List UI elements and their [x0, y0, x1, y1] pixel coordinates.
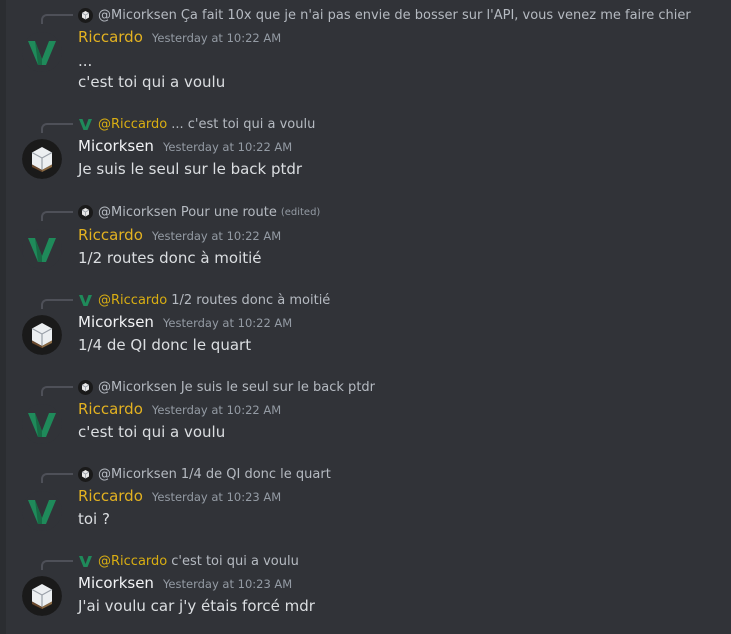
- author-name[interactable]: Riccardo: [78, 226, 143, 244]
- edited-label: (edited): [280, 206, 321, 218]
- timestamp[interactable]: Yesterday at 10:22 AM: [152, 403, 281, 417]
- riccardo-avatar[interactable]: [22, 32, 62, 72]
- riccardo-avatar-icon: [78, 554, 93, 569]
- reply-spine: [41, 211, 73, 221]
- timestamp[interactable]: Yesterday at 10:23 AM: [152, 490, 281, 504]
- reply-preview[interactable]: @Riccardo ... c'est toi qui a voulu: [78, 115, 315, 133]
- reply-preview[interactable]: @Riccardo c'est toi qui a voulu: [78, 552, 299, 570]
- message-line: c'est toi qui a voulu: [78, 73, 226, 91]
- author-name[interactable]: Riccardo: [78, 487, 143, 505]
- message-line: c'est toi qui a voulu: [78, 423, 226, 441]
- timestamp[interactable]: Yesterday at 10:22 AM: [163, 316, 292, 330]
- reply-text: Pour une route: [180, 204, 277, 220]
- message-header: Micorksen Yesterday at 10:22 AM: [78, 313, 292, 335]
- reply-text: Ça fait 10x que je n'ai pas envie de bos…: [180, 7, 691, 23]
- reply-text: 1/2 routes donc à moitié: [171, 292, 331, 308]
- micorksen-avatar[interactable]: [22, 315, 62, 355]
- message-header: Micorksen Yesterday at 10:22 AM: [78, 137, 292, 159]
- riccardo-avatar-icon: [78, 293, 93, 308]
- riccardo-avatar[interactable]: [22, 404, 62, 444]
- reply-spine: [41, 473, 73, 483]
- reply-text: c'est toi qui a voulu: [171, 553, 299, 569]
- timestamp[interactable]: Yesterday at 10:23 AM: [163, 577, 292, 591]
- message-list: @Micorksen Ça fait 10x que je n'ai pas e…: [0, 0, 731, 634]
- author-name[interactable]: Riccardo: [78, 400, 143, 418]
- micorksen-avatar-icon: [78, 204, 93, 220]
- reply-text: 1/4 de QI donc le quart: [180, 466, 331, 482]
- reply-spine: [41, 299, 73, 309]
- micorksen-avatar[interactable]: [22, 139, 62, 179]
- micorksen-avatar[interactable]: [22, 576, 62, 616]
- message-line: ...: [78, 52, 93, 70]
- reply-author[interactable]: @Riccardo: [98, 293, 167, 308]
- micorksen-avatar-icon: [78, 7, 93, 23]
- reply-preview[interactable]: @Micorksen 1/4 de QI donc le quart: [78, 465, 331, 483]
- micorksen-avatar-icon: [78, 466, 93, 482]
- message-line: toi ?: [78, 510, 110, 528]
- message-line: 1/2 routes donc à moitié: [78, 249, 262, 267]
- timestamp[interactable]: Yesterday at 10:22 AM: [163, 140, 292, 154]
- message-header: Riccardo Yesterday at 10:22 AM: [78, 226, 281, 248]
- reply-preview[interactable]: @Micorksen Pour une route (edited): [78, 203, 320, 221]
- message-header: Riccardo Yesterday at 10:22 AM: [78, 28, 281, 50]
- reply-text: ... c'est toi qui a voulu: [171, 116, 316, 132]
- reply-text: Je suis le seul sur le back ptdr: [180, 379, 376, 395]
- author-name[interactable]: Micorksen: [78, 313, 154, 331]
- message-header: Riccardo Yesterday at 10:23 AM: [78, 487, 281, 509]
- riccardo-avatar[interactable]: [22, 229, 62, 269]
- timestamp[interactable]: Yesterday at 10:22 AM: [152, 31, 281, 45]
- author-name[interactable]: Micorksen: [78, 574, 154, 592]
- reply-author[interactable]: @Riccardo: [98, 554, 167, 569]
- riccardo-avatar-icon: [78, 117, 93, 132]
- reply-author[interactable]: @Micorksen: [98, 380, 177, 395]
- reply-author[interactable]: @Riccardo: [98, 117, 167, 132]
- reply-author[interactable]: @Micorksen: [98, 8, 177, 23]
- reply-author[interactable]: @Micorksen: [98, 205, 177, 220]
- message-line: Je suis le seul sur le back ptdr: [78, 160, 303, 178]
- reply-preview[interactable]: @Micorksen Je suis le seul sur le back p…: [78, 378, 375, 396]
- reply-spine: [41, 123, 73, 133]
- author-name[interactable]: Micorksen: [78, 137, 154, 155]
- reply-spine: [41, 386, 73, 396]
- timestamp[interactable]: Yesterday at 10:22 AM: [152, 229, 281, 243]
- reply-preview[interactable]: @Micorksen Ça fait 10x que je n'ai pas e…: [78, 6, 691, 24]
- message-header: Micorksen Yesterday at 10:23 AM: [78, 574, 292, 596]
- micorksen-avatar-icon: [78, 379, 93, 395]
- message-line: J'ai voulu car j'y étais forcé mdr: [78, 597, 315, 615]
- reply-author[interactable]: @Micorksen: [98, 467, 177, 482]
- message-line: 1/4 de QI donc le quart: [78, 336, 252, 354]
- reply-preview[interactable]: @Riccardo 1/2 routes donc à moitié: [78, 291, 330, 309]
- author-name[interactable]: Riccardo: [78, 28, 143, 46]
- reply-spine: [41, 14, 73, 24]
- riccardo-avatar[interactable]: [22, 491, 62, 531]
- reply-spine: [41, 560, 73, 570]
- message-header: Riccardo Yesterday at 10:22 AM: [78, 400, 281, 422]
